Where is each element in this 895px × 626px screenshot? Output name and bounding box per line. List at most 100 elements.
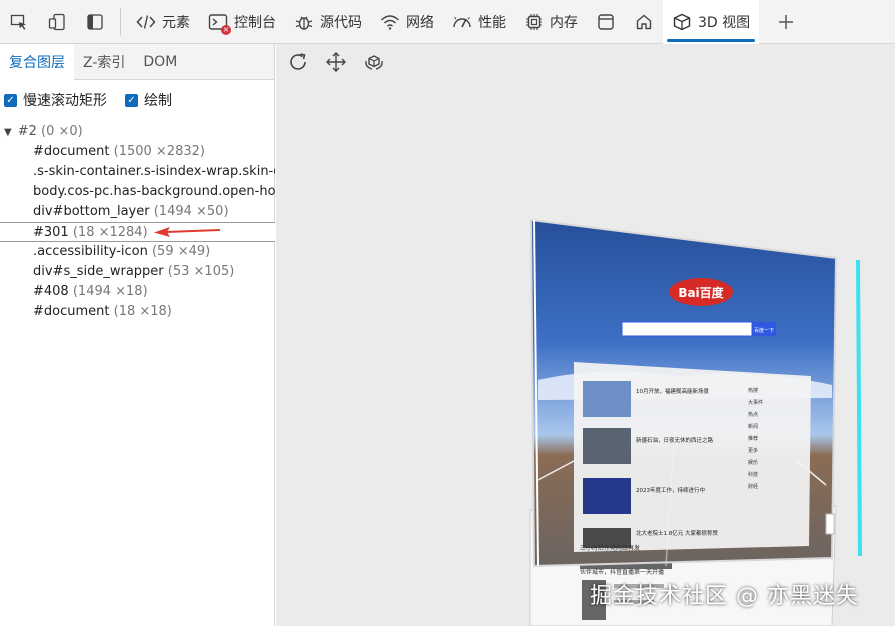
node-size: (18 ×1284) — [72, 225, 148, 240]
3d-layer-scene: Bai百度 百度一下 10月开放，福建舰高能新场景 新疆石油，日夜无休的西迁之路… — [529, 218, 862, 626]
cube-icon — [673, 13, 691, 30]
rotate-cube-icon[interactable] — [360, 48, 388, 76]
layers-panel: 复合图层 Z-索引 DOM ✓ 慢速滚动矩形 ✓ 绘制 ▼ #2 (0 ×0) #… — [0, 43, 275, 626]
lower-layer-text: 伙伴城市，抖音直播第一天开播 — [580, 568, 664, 576]
node-name: body.cos-pc.has-background.open-ho — [33, 184, 275, 199]
scrollbar-layer-301 — [856, 259, 862, 557]
hot-list-item: 热搜 — [748, 387, 758, 394]
news-thumbnail — [583, 478, 631, 514]
tab-console-label: 控制台 — [234, 14, 276, 31]
layer-options: ✓ 慢速滚动矩形 ✓ 绘制 — [0, 80, 274, 120]
viewport-controls — [276, 44, 895, 80]
tab-memory[interactable]: 内存 — [515, 0, 587, 44]
side-wrapper-layer — [825, 513, 835, 535]
layers-subtabs: 复合图层 Z-索引 DOM — [0, 43, 274, 80]
hot-list-item: 新闻 — [748, 423, 758, 430]
node-name: #2 — [17, 124, 37, 139]
hot-list-item: 科技 — [748, 471, 758, 478]
search-button-label: 百度一下 — [754, 327, 774, 334]
toolbar-divider — [120, 7, 121, 36]
subtab-dom[interactable]: DOM — [134, 44, 186, 80]
console-error-badge: × — [221, 24, 231, 35]
search-input — [621, 321, 753, 337]
slow-scroll-rects-checkbox[interactable]: ✓ 慢速滚动矩形 — [4, 90, 107, 110]
chip-icon — [526, 13, 542, 30]
tree-node[interactable]: #408 (1494 ×18) — [0, 282, 275, 302]
paint-label: 绘制 — [144, 93, 172, 109]
node-name: .s-skin-container.s-isindex-wrap.skin-g — [33, 164, 275, 179]
watermark-text: 掘金技术社区 @ 亦黑迷失 — [590, 584, 859, 609]
tree-node[interactable]: body.cos-pc.has-background.open-ho — [0, 182, 275, 202]
node-size: (18 ×18) — [113, 304, 172, 319]
node-size: (59 ×49) — [151, 244, 211, 259]
tab-sources[interactable]: 源代码 — [285, 0, 371, 44]
tab-performance[interactable]: 性能 — [443, 0, 515, 44]
hot-list-item: 推荐 — [748, 435, 758, 442]
device-emulation-icon[interactable] — [38, 0, 76, 44]
tab-elements-label: 元素 — [162, 14, 190, 31]
add-tab-icon[interactable] — [767, 0, 805, 44]
hot-list-item: 更多 — [748, 447, 758, 454]
devtools-toolbar: 元素 × 控制台 源代码 网络 性能 内存 3D 视图 — [0, 0, 895, 44]
layer-tree: ▼ #2 (0 ×0) #document (1500 ×2832) .s-ski… — [0, 122, 275, 322]
tab-performance-label: 性能 — [478, 14, 506, 31]
news-item-title: 新疆石油，日夜无休的西迁之路 — [636, 436, 714, 444]
node-name: .accessibility-icon — [33, 244, 148, 259]
gauge-icon — [453, 16, 471, 27]
application-window-icon[interactable] — [587, 0, 625, 44]
node-name: div#s_side_wrapper — [33, 264, 164, 279]
node-name: #document — [33, 144, 110, 159]
hot-list-item: 热点 — [748, 411, 758, 418]
tab-memory-label: 内存 — [550, 14, 578, 31]
baidu-page-layer: Bai百度 百度一下 10月开放，福建舰高能新场景 新疆石油，日夜无休的西迁之路… — [529, 218, 838, 568]
tree-node[interactable]: div#bottom_layer (1494 ×50) — [0, 202, 275, 222]
news-item-title: 北大老院士1.8亿元 大家都很称赞 — [636, 529, 718, 537]
slow-scroll-rects-label: 慢速滚动矩形 — [23, 93, 107, 109]
news-thumbnail — [583, 381, 631, 417]
node-size: (1500 ×2832) — [113, 144, 205, 159]
code-icon — [136, 14, 156, 29]
tree-node[interactable]: div#s_side_wrapper (53 ×105) — [0, 262, 275, 282]
tree-node[interactable]: #document (18 ×18) — [0, 302, 275, 322]
node-name: #408 — [33, 284, 69, 299]
hot-list-item: 财经 — [748, 483, 758, 490]
red-arrow-annotation — [154, 227, 221, 237]
node-size: (1494 ×50) — [153, 204, 229, 219]
pan-move-icon[interactable] — [322, 48, 350, 76]
home-icon[interactable] — [625, 0, 663, 44]
paint-checkbox[interactable]: ✓ 绘制 — [125, 90, 172, 110]
tab-console[interactable]: × 控制台 — [199, 0, 285, 44]
hot-list-item: 娱乐 — [748, 459, 758, 466]
checkbox-checked-icon: ✓ — [4, 93, 17, 107]
news-thumbnail — [583, 428, 631, 464]
news-item-title: 2023年度工作，持续进行中 — [636, 486, 705, 494]
tab-network[interactable]: 网络 — [371, 0, 443, 44]
tree-node-selected[interactable]: #301 (18 ×1284) — [0, 222, 275, 242]
expand-caret-icon[interactable]: ▼ — [4, 123, 12, 142]
tab-network-label: 网络 — [406, 14, 434, 31]
node-size: (1494 ×18) — [72, 284, 148, 299]
tab-3d-view[interactable]: 3D 视图 — [663, 0, 760, 44]
tab-3d-view-label: 3D 视图 — [698, 14, 751, 31]
wifi-icon — [380, 14, 400, 30]
inspect-element-icon[interactable] — [0, 0, 38, 44]
subtab-composited-layers[interactable]: 复合图层 — [0, 43, 74, 80]
node-size: (0 ×0) — [41, 124, 83, 139]
tree-node[interactable]: .accessibility-icon (59 ×49) — [0, 242, 275, 262]
tree-node[interactable]: #document (1500 ×2832) — [0, 142, 275, 162]
hot-list-item: 大事件 — [748, 399, 763, 406]
reset-view-icon[interactable] — [284, 48, 312, 76]
subtab-z-index[interactable]: Z-索引 — [74, 44, 134, 80]
tab-elements[interactable]: 元素 — [127, 0, 199, 44]
node-name: #document — [33, 304, 110, 319]
node-name: #301 — [33, 225, 69, 240]
tab-sources-label: 源代码 — [320, 14, 362, 31]
baidu-logo-text: Bai百度 — [678, 285, 724, 300]
lower-layer-text: 三小时后东莞网络再发 — [580, 544, 640, 552]
node-name: div#bottom_layer — [33, 204, 150, 219]
3d-viewport[interactable]: Bai百度 百度一下 10月开放，福建舰高能新场景 新疆石油，日夜无休的西迁之路… — [276, 44, 895, 626]
dock-sidebar-icon[interactable] — [76, 0, 114, 44]
tree-root-node[interactable]: ▼ #2 (0 ×0) — [0, 122, 275, 142]
news-item-title: 10月开放，福建舰高能新场景 — [636, 387, 709, 395]
tree-node[interactable]: .s-skin-container.s-isindex-wrap.skin-g — [0, 162, 275, 182]
